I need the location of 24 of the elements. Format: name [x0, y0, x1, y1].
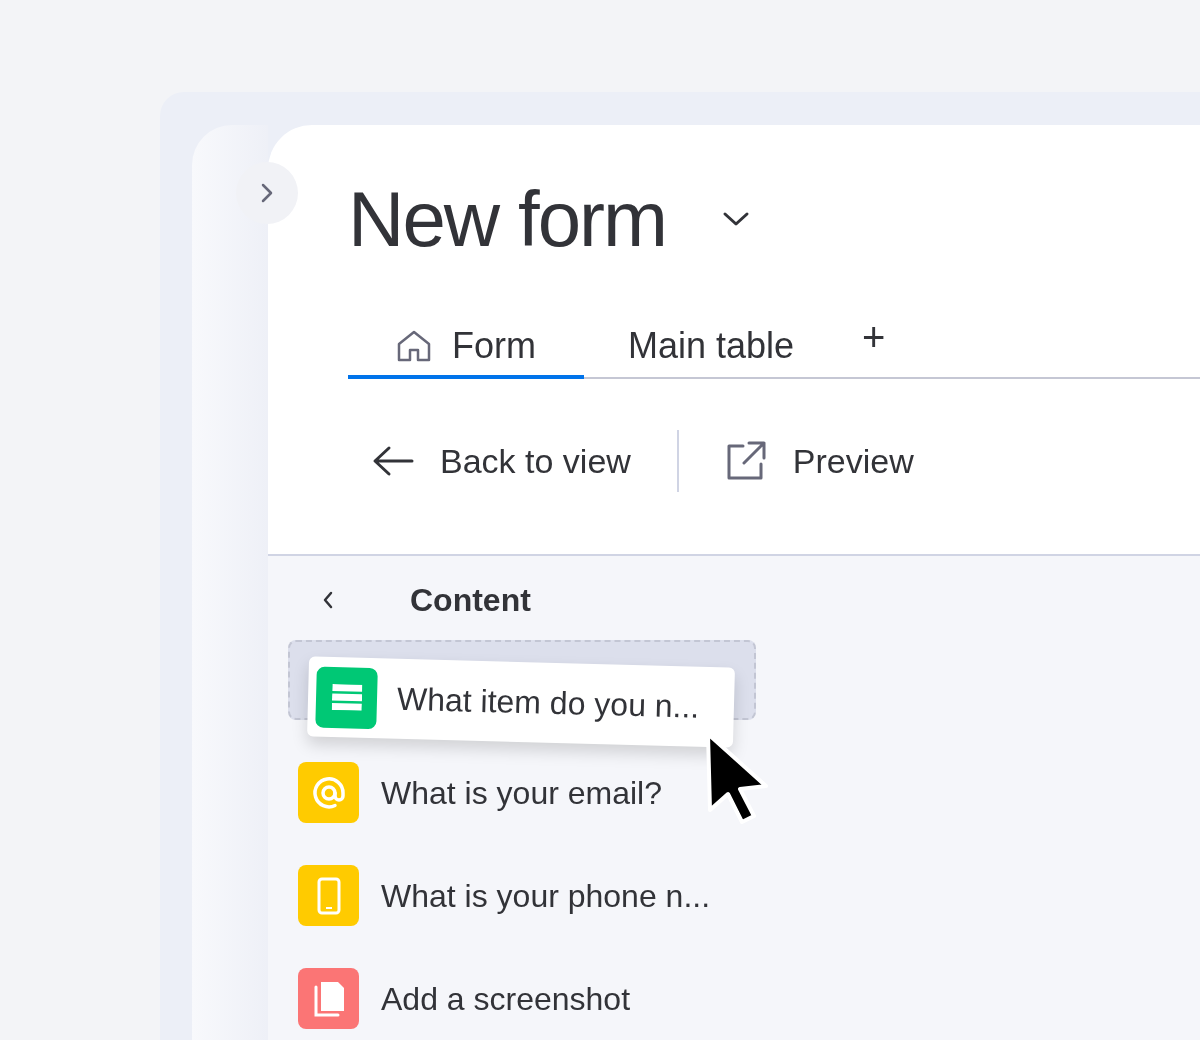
pages-icon [312, 980, 345, 1017]
form-title: New form [348, 180, 667, 258]
list-icon [331, 684, 362, 711]
chevron-right-icon [260, 182, 274, 204]
arrow-left-icon [372, 445, 414, 477]
dragged-question-card[interactable]: What item do you n... [307, 656, 735, 748]
question-row[interactable]: What is your phone n... [298, 865, 1200, 926]
tab[interactable]: Main table [584, 317, 839, 379]
tab[interactable]: Form [348, 317, 584, 379]
at-sign-icon [310, 774, 347, 811]
home-icon [396, 329, 432, 363]
chevron-left-icon [322, 590, 334, 610]
phone-icon [316, 876, 341, 915]
question-label: What is your phone n... [381, 876, 711, 916]
back-button[interactable]: Back to view [348, 429, 655, 493]
question-label: What item do you n... [396, 679, 700, 727]
question-label: Add a screenshot [381, 979, 631, 1019]
preview-button[interactable]: Preview [700, 429, 938, 493]
add-tab-button[interactable]: + [838, 317, 910, 379]
question-row[interactable]: What is your email? [298, 762, 1200, 823]
chevron-down-icon [722, 211, 751, 227]
question-label: What is your email? [381, 773, 662, 813]
question-row[interactable]: Add a screenshot [298, 968, 1200, 1029]
panel-title: Content [410, 581, 531, 620]
